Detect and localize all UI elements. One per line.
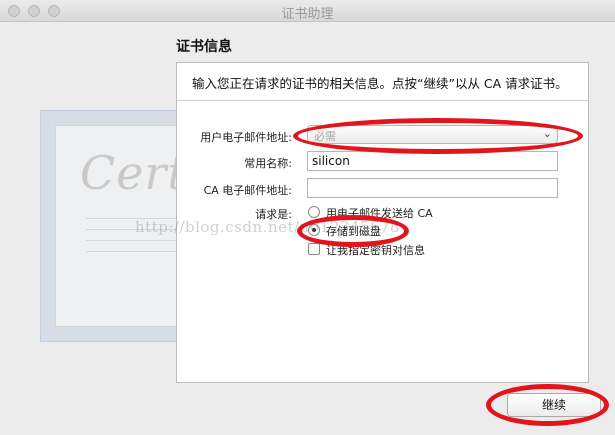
ca-email-label: CA 电子邮件地址:	[203, 184, 292, 197]
email-label: 用户电子邮件地址:	[200, 131, 292, 144]
ca-email-field[interactable]	[307, 178, 558, 198]
common-name-field[interactable]: silicon	[307, 151, 558, 171]
title-bar: 证书助理	[0, 0, 615, 22]
section-title: 证书信息	[176, 39, 232, 55]
radio-email-ca[interactable]	[308, 206, 320, 218]
keypair-checkbox[interactable]	[308, 243, 320, 255]
annotation-ellipse-save-disk	[297, 215, 409, 247]
annotation-ellipse-continue	[486, 384, 609, 426]
intro-text: 输入您正在请求的证书的相关信息。点按“继续”以从 CA 请求证书。	[192, 76, 568, 91]
window-title: 证书助理	[281, 7, 334, 22]
common-name-label: 常用名称:	[244, 157, 292, 170]
divider	[177, 100, 588, 101]
annotation-ellipse-email	[293, 118, 583, 154]
